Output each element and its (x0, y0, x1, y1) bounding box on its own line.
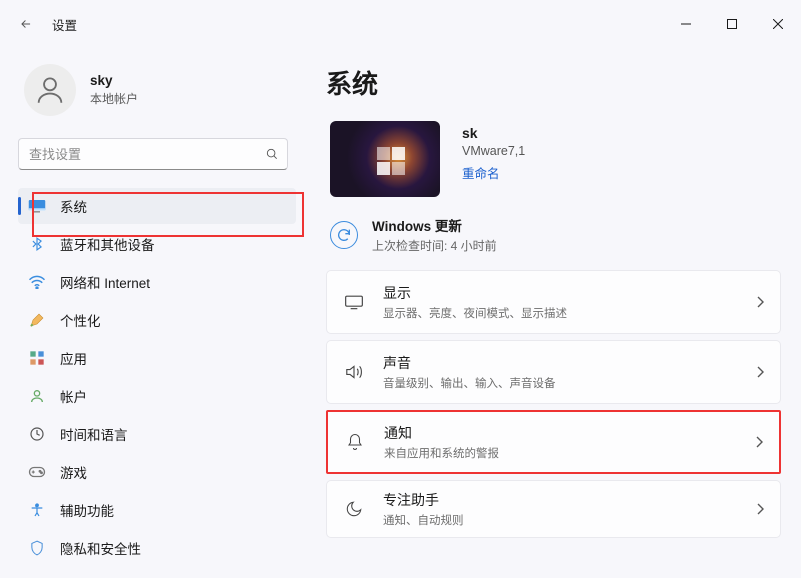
sidebar: sky 本地帐户 系统 蓝牙和其他设备 (0, 48, 302, 578)
windows-update-row[interactable]: Windows 更新 上次检查时间: 4 小时前 (326, 215, 781, 254)
card-title: 专注助手 (383, 490, 464, 510)
sidebar-item-personalization[interactable]: 个性化 (18, 302, 296, 338)
search-input[interactable] (19, 147, 287, 162)
sidebar-item-label: 辅助功能 (60, 500, 114, 520)
maximize-button[interactable] (709, 8, 755, 40)
card-subtitle: 来自应用和系统的警报 (384, 445, 499, 461)
window-controls (663, 8, 801, 40)
titlebar: 设置 (0, 0, 801, 48)
chevron-right-icon (756, 296, 764, 308)
device-name: sk (462, 125, 525, 141)
sidebar-item-label: 应用 (60, 348, 87, 368)
settings-card-list: 显示 显示器、亮度、夜间模式、显示描述 声音 音量级别、输出、输入、声音设备 (326, 270, 781, 538)
sidebar-item-privacy[interactable]: 隐私和安全性 (18, 530, 296, 566)
moon-icon (343, 500, 365, 518)
system-icon (28, 197, 46, 215)
update-sync-icon (330, 221, 358, 249)
sidebar-item-bluetooth[interactable]: 蓝牙和其他设备 (18, 226, 296, 262)
nav-list: 系统 蓝牙和其他设备 网络和 Internet 个性化 (18, 188, 296, 566)
sidebar-item-label: 帐户 (60, 386, 87, 406)
sidebar-item-label: 系统 (60, 196, 87, 216)
card-display[interactable]: 显示 显示器、亮度、夜间模式、显示描述 (326, 270, 781, 334)
search-icon (265, 147, 279, 161)
card-title: 通知 (384, 423, 499, 443)
search-box[interactable] (18, 138, 288, 170)
personalize-icon (28, 311, 46, 329)
sidebar-item-accessibility[interactable]: 辅助功能 (18, 492, 296, 528)
card-sound[interactable]: 声音 音量级别、输出、输入、声音设备 (326, 340, 781, 404)
sidebar-item-gaming[interactable]: 游戏 (18, 454, 296, 490)
close-button[interactable] (755, 8, 801, 40)
sidebar-item-network[interactable]: 网络和 Internet (18, 264, 296, 300)
chevron-right-icon (756, 366, 764, 378)
card-subtitle: 音量级别、输出、输入、声音设备 (383, 375, 556, 391)
card-title: 声音 (383, 353, 556, 373)
card-subtitle: 显示器、亮度、夜间模式、显示描述 (383, 305, 567, 321)
sidebar-item-system[interactable]: 系统 (18, 188, 296, 224)
sidebar-item-label: 时间和语言 (60, 424, 128, 444)
card-focus-assist[interactable]: 专注助手 通知、自动规则 (326, 480, 781, 538)
sound-icon (343, 364, 365, 380)
window-title: 设置 (52, 15, 77, 34)
sidebar-item-label: 个性化 (60, 310, 101, 330)
device-model: VMware7,1 (462, 144, 525, 158)
account-icon (28, 387, 46, 405)
sidebar-item-label: 隐私和安全性 (60, 538, 141, 558)
accessibility-icon (28, 501, 46, 519)
user-name: sky (90, 73, 138, 88)
card-subtitle: 通知、自动规则 (383, 512, 464, 528)
update-title: Windows 更新 (372, 215, 497, 235)
back-button[interactable] (12, 10, 40, 38)
sidebar-item-accounts[interactable]: 帐户 (18, 378, 296, 414)
device-thumbnail[interactable] (330, 121, 440, 197)
user-account-type: 本地帐户 (90, 90, 138, 107)
bluetooth-icon (28, 235, 46, 253)
chevron-right-icon (755, 436, 763, 448)
display-icon (343, 294, 365, 310)
time-lang-icon (28, 425, 46, 443)
user-profile[interactable]: sky 本地帐户 (18, 58, 296, 134)
main-panel: 系统 sk VMware7,1 重命名 Windows 更新 上次检查时间: 4… (302, 48, 801, 578)
avatar (24, 64, 76, 116)
card-notifications[interactable]: 通知 来自应用和系统的警报 (326, 410, 781, 474)
rename-link[interactable]: 重命名 (462, 163, 525, 182)
bell-icon (344, 432, 366, 452)
windows-logo-icon (377, 147, 405, 175)
sidebar-item-label: 蓝牙和其他设备 (60, 234, 155, 254)
update-subtitle: 上次检查时间: 4 小时前 (372, 237, 497, 254)
privacy-icon (28, 539, 46, 557)
sidebar-item-label: 网络和 Internet (60, 272, 150, 292)
sidebar-item-label: 游戏 (60, 462, 87, 482)
chevron-right-icon (756, 503, 764, 515)
device-info: sk VMware7,1 重命名 (326, 121, 781, 197)
sidebar-item-time-language[interactable]: 时间和语言 (18, 416, 296, 452)
gaming-icon (28, 463, 46, 481)
apps-icon (28, 349, 46, 367)
sidebar-item-apps[interactable]: 应用 (18, 340, 296, 376)
wifi-icon (28, 273, 46, 291)
minimize-button[interactable] (663, 8, 709, 40)
page-title: 系统 (326, 64, 781, 101)
card-title: 显示 (383, 283, 567, 303)
